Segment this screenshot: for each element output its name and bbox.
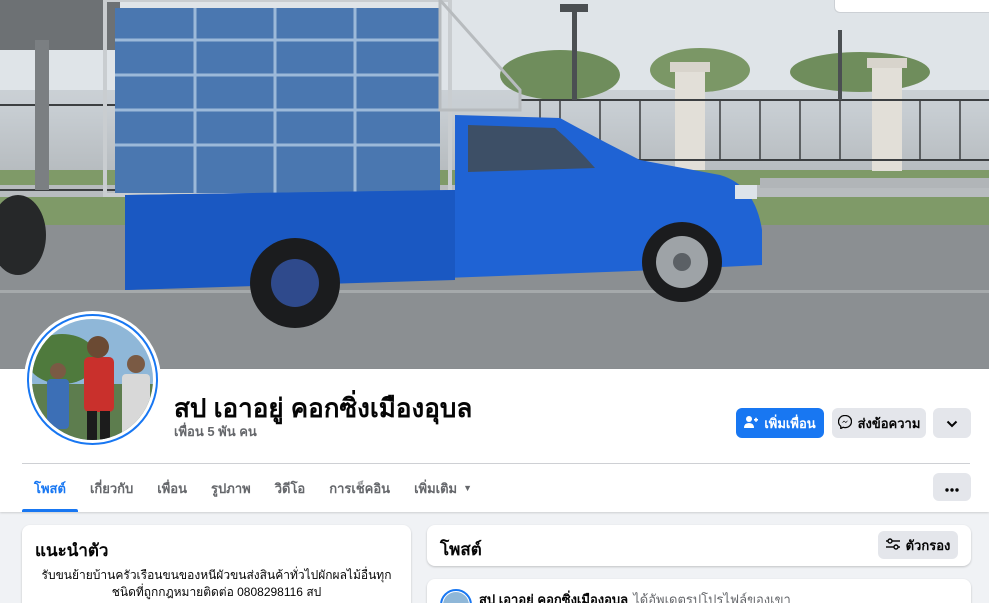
add-friend-label: เพิ่มเพื่อน [764, 415, 816, 431]
friends-count[interactable]: เพื่อน 5 พัน คน [174, 421, 257, 442]
post-author-name[interactable]: สป เอาอยู่ คอกซิ่งเมืองอุบล [479, 592, 628, 603]
chevron-down-icon [946, 416, 958, 431]
cover-photo[interactable] [0, 0, 989, 369]
profile-tabs: โพสต์ เกี่ยวกับ เพื่อน รูปภาพ วิดีโอ การ… [22, 464, 484, 512]
filter-button[interactable]: ตัวกรอง [878, 531, 958, 559]
post-options-button[interactable] [937, 593, 951, 603]
avatar [32, 319, 153, 440]
tab-checkins[interactable]: การเช็คอิน [317, 464, 402, 512]
avatar [443, 592, 469, 603]
tab-label: การเช็คอิน [329, 480, 391, 496]
add-friend-icon [744, 415, 759, 431]
messenger-icon [837, 414, 852, 432]
intro-card: แนะนำตัว รับขนย้ายบ้านครัวเรือนขนของหนีผ… [22, 525, 411, 603]
avatar-image [32, 319, 153, 440]
filter-label: ตัวกรอง [905, 537, 951, 553]
post-card: สป เอาอยู่ คอกซิ่งเมืองอุบล ได้อัพเดตรูป… [427, 579, 971, 603]
tab-label: เกี่ยวกับ [89, 480, 134, 496]
tab-label: เพื่อน [157, 480, 188, 496]
avatar-story-ring [27, 314, 158, 445]
message-label: ส่งข้อความ [857, 415, 921, 431]
message-button[interactable]: ส่งข้อความ [832, 408, 926, 438]
ellipsis-icon [945, 480, 959, 495]
more-options-button[interactable] [933, 408, 971, 438]
tab-videos[interactable]: วิดีโอ [263, 464, 318, 512]
profile-avatar[interactable] [24, 311, 161, 448]
tab-photos[interactable]: รูปภาพ [199, 464, 263, 512]
tab-label: รูปภาพ [211, 480, 251, 496]
filter-icon [885, 537, 900, 553]
tabs-more-button[interactable] [933, 473, 971, 501]
intro-bio: รับขนย้ายบ้านครัวเรือนขนของหนีผัวขนส่งสิ… [41, 568, 392, 599]
posts-header-card: โพสต์ ตัวกรอง [427, 525, 971, 566]
add-friend-button[interactable]: เพิ่มเพื่อน [736, 408, 824, 438]
tab-label: วิดีโอ [274, 480, 306, 496]
post-header-line: สป เอาอยู่ คอกซิ่งเมืองอุบล ได้อัพเดตรูป… [479, 589, 791, 603]
post-action-text: ได้อัพเดตรูปโปรไฟล์ของเขา [633, 592, 791, 603]
post-author-avatar[interactable] [440, 589, 472, 603]
cover-overlay-panel [834, 0, 989, 13]
tab-label: เพิ่มเติม [414, 480, 458, 496]
tab-more[interactable]: เพิ่มเติม ▼ [402, 464, 484, 512]
tab-posts[interactable]: โพสต์ [22, 464, 78, 512]
posts-title: โพสต์ [440, 540, 482, 559]
caret-down-icon: ▼ [463, 483, 473, 493]
cover-photo-image [0, 0, 989, 369]
tab-label: โพสต์ [34, 480, 66, 496]
intro-title: แนะนำตัว [35, 541, 109, 560]
tab-about[interactable]: เกี่ยวกับ [78, 464, 145, 512]
tab-friends[interactable]: เพื่อน [145, 464, 199, 512]
